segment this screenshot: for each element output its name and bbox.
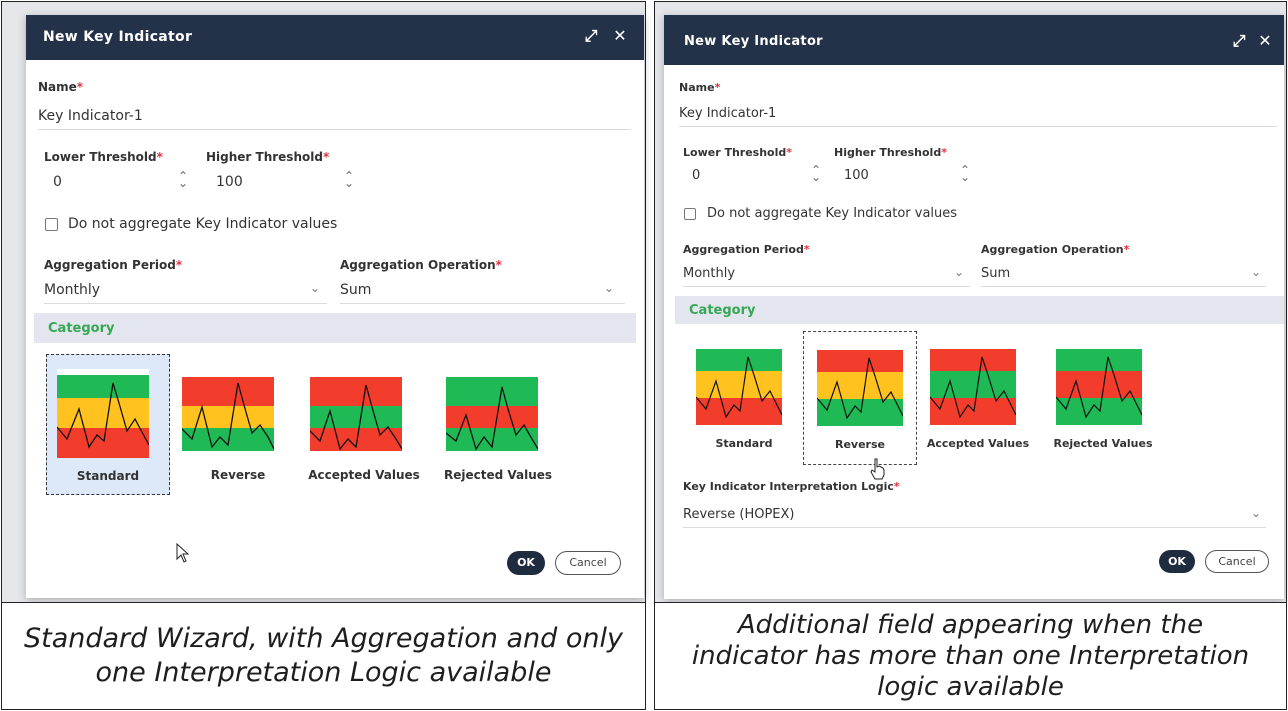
interpretation-logic-select[interactable]: Reverse (HOPEX) [683, 507, 795, 522]
reverse-chart-icon [182, 377, 274, 451]
name-field[interactable]: Key Indicator-1 [679, 106, 776, 121]
right-dialog: New Key Indicator ⤢ ✕ Name* Key Indicato… [664, 15, 1284, 599]
category-rejected-values-label: Rejected Values [1053, 437, 1153, 450]
left-caption: Standard Wizard, with Aggregation and on… [1, 602, 646, 710]
higher-threshold-label: Higher Threshold* [834, 146, 947, 159]
lower-threshold-input[interactable]: 0 [53, 174, 62, 190]
category-accepted-values-tile[interactable]: Accepted Values [304, 354, 424, 495]
dialog-titlebar: New Key Indicator ⤢ ✕ [664, 15, 1284, 65]
category-section-header: Category [34, 313, 636, 343]
category-standard-tile[interactable]: Standard [688, 331, 800, 465]
right-caption-text: Additional field appearing when the indi… [691, 609, 1250, 702]
rejected-values-chart-icon [1056, 345, 1142, 425]
cancel-button[interactable]: Cancel [555, 551, 621, 575]
aggregation-period-select[interactable]: Monthly [683, 266, 735, 281]
close-icon[interactable]: ✕ [611, 27, 629, 45]
category-reverse-label: Reverse [210, 468, 266, 482]
ok-button[interactable]: OK [507, 551, 545, 575]
close-icon[interactable]: ✕ [1256, 32, 1274, 50]
checkbox-icon[interactable] [684, 208, 696, 220]
right-caption: Additional field appearing when the indi… [654, 602, 1287, 710]
spinner-icon[interactable]: ⌃ ⌄ [176, 170, 190, 189]
accepted-values-chart-icon [310, 377, 402, 451]
category-section-header: Category [675, 296, 1284, 324]
spinner-icon[interactable]: ⌃ ⌄ [809, 164, 823, 183]
aggregation-operation-label: Aggregation Operation* [981, 243, 1130, 256]
standard-chart-icon [696, 345, 782, 425]
no-aggregate-label: Do not aggregate Key Indicator values [68, 216, 338, 232]
chevron-down-icon[interactable]: ⌄ [954, 265, 964, 279]
dialog-title: New Key Indicator [43, 29, 193, 45]
expand-icon[interactable]: ⤢ [582, 27, 600, 45]
category-reverse-tile[interactable]: Reverse [803, 331, 917, 465]
pointer-cursor-icon [176, 543, 190, 563]
aggregation-operation-select[interactable]: Sum [340, 282, 371, 298]
category-standard-label: Standard [715, 437, 773, 450]
lower-threshold-input[interactable]: 0 [692, 168, 700, 183]
higher-threshold-input[interactable]: 100 [844, 168, 869, 183]
category-rejected-values-tile[interactable]: Rejected Values [1046, 331, 1160, 465]
dialog-title: New Key Indicator [684, 34, 823, 49]
lower-threshold-label: Lower Threshold* [44, 150, 163, 164]
aggregation-period-label: Aggregation Period* [44, 258, 183, 272]
aggregation-operation-label: Aggregation Operation* [340, 258, 502, 272]
category-reverse-label: Reverse [835, 438, 885, 451]
name-field[interactable]: Key Indicator-1 [38, 108, 143, 124]
name-label: Name* [38, 80, 84, 94]
category-accepted-values-label: Accepted Values [926, 437, 1030, 450]
name-label: Name* [679, 81, 721, 94]
left-caption-text: Standard Wizard, with Aggregation and on… [23, 623, 623, 688]
chevron-down-icon[interactable]: ⌄ [310, 281, 320, 295]
expand-icon[interactable]: ⤢ [1230, 32, 1248, 50]
chevron-down-icon[interactable]: ⌄ [604, 281, 614, 295]
category-rejected-values-label: Rejected Values [443, 468, 553, 482]
reverse-chart-icon [817, 346, 903, 426]
cancel-button[interactable]: Cancel [1205, 550, 1269, 573]
standard-chart-icon [57, 369, 149, 458]
aggregation-period-label: Aggregation Period* [683, 243, 810, 256]
spinner-icon[interactable]: ⌃ ⌄ [958, 164, 972, 183]
ok-button[interactable]: OK [1159, 550, 1195, 573]
no-aggregate-label: Do not aggregate Key Indicator values [707, 206, 958, 221]
category-rejected-values-tile[interactable]: Rejected Values [438, 354, 558, 495]
hand-cursor-icon [870, 458, 885, 480]
aggregation-operation-select[interactable]: Sum [981, 266, 1010, 281]
category-accepted-values-label: Accepted Values [308, 468, 420, 482]
left-dialog: New Key Indicator ⤢ ✕ Name* Key Indicato… [26, 15, 644, 598]
category-reverse-tile[interactable]: Reverse [176, 354, 300, 495]
chevron-down-icon[interactable]: ⌄ [1251, 506, 1261, 520]
aggregation-period-select[interactable]: Monthly [44, 282, 100, 298]
higher-threshold-label: Higher Threshold* [206, 150, 330, 164]
higher-threshold-input[interactable]: 100 [216, 174, 243, 190]
category-accepted-values-tile[interactable]: Accepted Values [922, 331, 1034, 465]
rejected-values-chart-icon [446, 377, 538, 451]
spinner-icon[interactable]: ⌃ ⌄ [342, 170, 356, 189]
category-standard-label: Standard [76, 469, 140, 483]
accepted-values-chart-icon [930, 345, 1016, 425]
category-standard-tile[interactable]: Standard [46, 354, 170, 495]
lower-threshold-label: Lower Threshold* [683, 146, 793, 159]
checkbox-icon[interactable] [45, 218, 58, 231]
interpretation-logic-label: Key Indicator Interpretation Logic* [683, 480, 900, 493]
dialog-titlebar: New Key Indicator ⤢ ✕ [26, 15, 644, 60]
chevron-down-icon[interactable]: ⌄ [1251, 265, 1261, 279]
